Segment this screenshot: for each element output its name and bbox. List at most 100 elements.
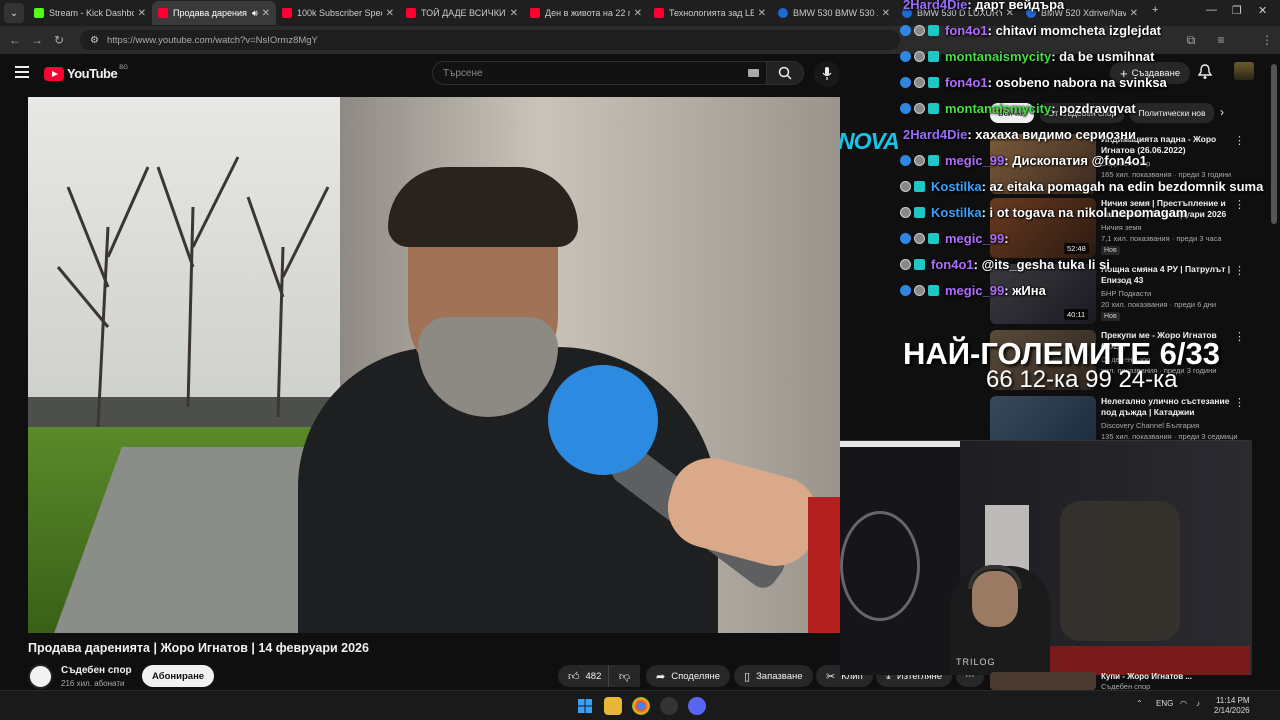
country-code: BG [119, 64, 128, 71]
scissors-icon: ✂ [826, 670, 836, 683]
youtube-icon [654, 8, 664, 18]
more-vertical-icon[interactable]: ⋮ [1234, 264, 1245, 277]
maximize-icon[interactable]: ❐ [1232, 4, 1242, 17]
chat-message: 2Hard4Die: дарт вейдъра [900, 0, 1064, 14]
more-vertical-icon[interactable]: ⋮ [1234, 330, 1245, 343]
close-tab-icon[interactable]: ✕ [386, 8, 394, 19]
system-clock[interactable]: 11:14 PM 2/14/2026 [1214, 696, 1250, 716]
bookmark-icon: ▯ [744, 670, 751, 683]
chat-username[interactable]: megic_99 [945, 231, 1004, 246]
chat-username[interactable]: montanaismycity [945, 101, 1051, 116]
recommendation-partial[interactable]: Купи - Жоро Игнатов ... Съдебен спор [990, 672, 1250, 691]
chat-username[interactable]: fon4o1 [945, 23, 988, 38]
notifications-bell-icon[interactable] [1198, 64, 1212, 80]
close-tab-icon[interactable]: ✕ [262, 8, 270, 19]
file-explorer-icon[interactable] [604, 697, 622, 715]
forward-icon[interactable]: → [26, 33, 48, 47]
thumbs-down-icon: 👎︎ [618, 670, 631, 683]
wifi-icon[interactable]: ◠ [1180, 699, 1187, 708]
tab-title: Продава дарения [173, 8, 247, 18]
close-tab-icon[interactable]: ✕ [882, 8, 890, 19]
new-tab-icon[interactable]: + [1152, 4, 1158, 16]
chevron-right-icon[interactable]: › [1220, 105, 1224, 119]
subscribe-button[interactable]: Абониране [142, 665, 215, 687]
chat-username[interactable]: megic_99 [945, 153, 1004, 168]
back-icon[interactable]: ← [4, 33, 26, 47]
verified-badge-icon [914, 258, 925, 270]
browser-tab[interactable]: Stream - Kick Dashboard ✕ [28, 1, 152, 25]
chat-username[interactable]: 2Hard4Die [903, 0, 967, 12]
close-tab-icon[interactable]: ✕ [138, 8, 146, 19]
close-tab-icon[interactable]: ✕ [510, 8, 518, 19]
tab-search-button[interactable]: ⌄ [4, 3, 24, 23]
close-window-icon[interactable]: ✕ [1258, 4, 1267, 17]
voice-search-button[interactable] [814, 61, 840, 87]
chat-username[interactable]: fon4o1 [945, 75, 988, 90]
chat-username[interactable]: fon4o1 [931, 257, 974, 272]
subscriber-badge-icon [900, 232, 911, 244]
search-input[interactable]: Търсене [432, 61, 768, 85]
windows-start-icon[interactable] [576, 697, 594, 715]
chat-username[interactable]: Kostilka [931, 205, 982, 220]
page-scrollbar[interactable] [1271, 64, 1277, 224]
account-avatar[interactable] [1234, 62, 1254, 80]
side-panel-icon[interactable]: ≡ [1210, 33, 1232, 47]
browser-tab[interactable]: Технологията зад LED ✕ [648, 1, 772, 25]
discord-icon[interactable] [688, 697, 706, 715]
recommendation-channel[interactable]: БНР Подкасти [1101, 289, 1151, 298]
channel-avatar[interactable] [28, 664, 53, 689]
recommendation-channel[interactable]: Discovery Channel България [1101, 421, 1199, 430]
chat-username[interactable]: Kostilka [931, 179, 982, 194]
youtube-logo[interactable]: YouTube BG [44, 64, 128, 81]
video-player[interactable] [28, 97, 840, 633]
browser-tab[interactable]: ТОЙ ДАДЕ ВСИЧКИТЕ ✕ [400, 1, 524, 25]
tray-chevron-icon[interactable]: ⌃ [1136, 699, 1143, 708]
browser-tab[interactable]: Продава дарения 🔊︎ ✕ [152, 1, 276, 25]
close-tab-icon[interactable]: ✕ [1130, 8, 1138, 19]
chat-username[interactable]: megic_99 [945, 283, 1004, 298]
filter-chip[interactable]: Политически нов [1130, 103, 1214, 123]
browser-tab[interactable]: 100k Subscriber Special ✕ [276, 1, 400, 25]
close-tab-icon[interactable]: ✕ [634, 8, 642, 19]
keyboard-icon[interactable] [748, 69, 759, 77]
reload-icon[interactable]: ↻ [48, 33, 70, 47]
windows-taskbar: ⌃ ENG ◠ ♪ 11:14 PM 2/14/2026 [0, 690, 1280, 720]
browser-menu-icon[interactable]: ⋮ [1256, 33, 1278, 47]
minimize-icon[interactable]: — [1206, 4, 1217, 16]
browser-tab[interactable]: Ден в живота на 22 год ✕ [524, 1, 648, 25]
chat-username[interactable]: 2Hard4Die [903, 127, 967, 142]
recommendation-channel[interactable]: Ничия земя [1101, 223, 1142, 232]
browser-tab[interactable]: BMW 530 BMW 530 X ✕ [772, 1, 896, 25]
close-tab-icon[interactable]: ✕ [758, 8, 766, 19]
chrome-icon[interactable] [632, 697, 650, 715]
share-button[interactable]: ➦ Споделяне [646, 665, 731, 687]
recommendation-title[interactable]: Нелегално улично състезание под дъжда | … [1101, 396, 1231, 418]
chat-message: fon4o1: chitavi momcheta izglejdat [900, 20, 1161, 40]
extensions-icon[interactable]: ⧉ [1180, 33, 1202, 48]
youtube-icon [282, 8, 292, 18]
channel-subscribers: 216 хил. абонати [61, 679, 125, 688]
more-vertical-icon[interactable]: ⋮ [1234, 198, 1245, 211]
microphone-icon [822, 67, 832, 80]
site-info-icon[interactable]: ⚙ [90, 35, 99, 46]
recommendation-title[interactable]: Нощна смяна 4 РУ | Патрулът | Епизод 43 [1101, 264, 1231, 286]
tab-title: BMW 530 BMW 530 X [793, 8, 878, 18]
gifter-badge-icon [900, 206, 911, 218]
dislike-button[interactable]: 👎︎ [608, 665, 640, 687]
volume-icon[interactable]: ♪ [1196, 699, 1200, 708]
url-field[interactable]: ⚙ https://www.youtube.com/watch?v=NsIOrm… [80, 30, 900, 50]
save-button[interactable]: ▯ Запазване [734, 665, 813, 687]
more-vertical-icon[interactable]: ⋮ [1234, 396, 1245, 409]
guide-menu-icon[interactable] [15, 66, 29, 78]
obs-icon[interactable] [660, 697, 678, 715]
language-indicator[interactable]: ENG [1156, 699, 1173, 708]
chat-username[interactable]: montanaismycity [945, 49, 1051, 64]
tab-title: ТОЙ ДАДЕ ВСИЧКИТЕ [421, 8, 506, 18]
speaker-icon[interactable]: 🔊︎ [252, 8, 258, 19]
more-vertical-icon[interactable]: ⋮ [1234, 134, 1245, 147]
search-button[interactable] [766, 61, 804, 85]
chat-message: montanaismycity: pozdravqvat [900, 98, 1136, 118]
verified-badge-icon [928, 284, 939, 296]
channel-name[interactable]: Съдебен спор [61, 665, 132, 676]
verified-badge-icon [928, 50, 939, 62]
